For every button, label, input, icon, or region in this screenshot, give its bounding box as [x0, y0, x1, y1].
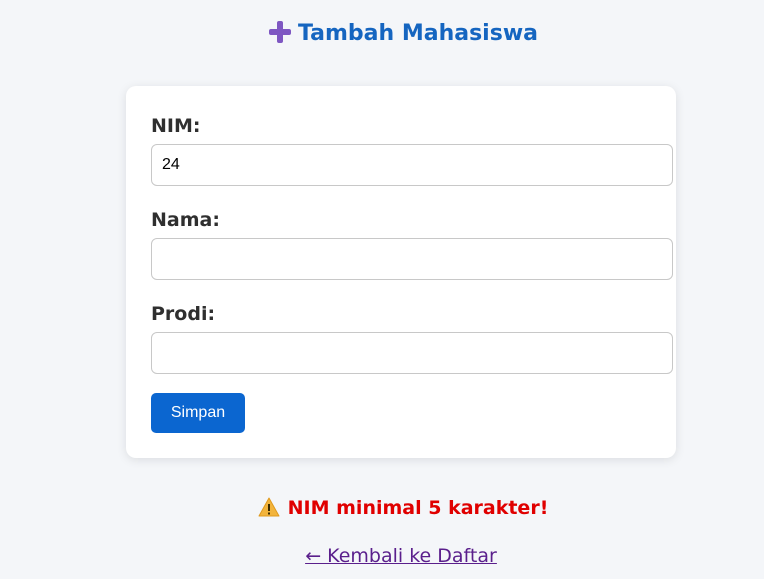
back-link-container: ← Kembali ke Daftar: [0, 545, 764, 567]
nama-input[interactable]: [151, 238, 673, 280]
error-message: NIM minimal 5 karakter!: [0, 497, 764, 522]
warning-icon: [258, 497, 280, 522]
nim-label: NIM:: [151, 115, 201, 137]
nama-label: Nama:: [151, 209, 220, 231]
prodi-label: Prodi:: [151, 303, 216, 325]
prodi-input[interactable]: [151, 332, 673, 374]
page: Tambah Mahasiswa NIM: Nama: Prodi: Simpa…: [0, 0, 764, 579]
error-message-text: NIM minimal 5 karakter!: [287, 497, 549, 519]
save-button[interactable]: Simpan: [151, 393, 245, 433]
page-title-text: Tambah Mahasiswa: [297, 21, 538, 46]
add-student-form: NIM: Nama: Prodi: Simpan: [126, 86, 676, 458]
plus-icon: [268, 20, 292, 50]
page-title: Tambah Mahasiswa: [0, 20, 764, 50]
nim-input[interactable]: [151, 144, 673, 186]
back-to-list-link[interactable]: ← Kembali ke Daftar: [305, 545, 497, 567]
